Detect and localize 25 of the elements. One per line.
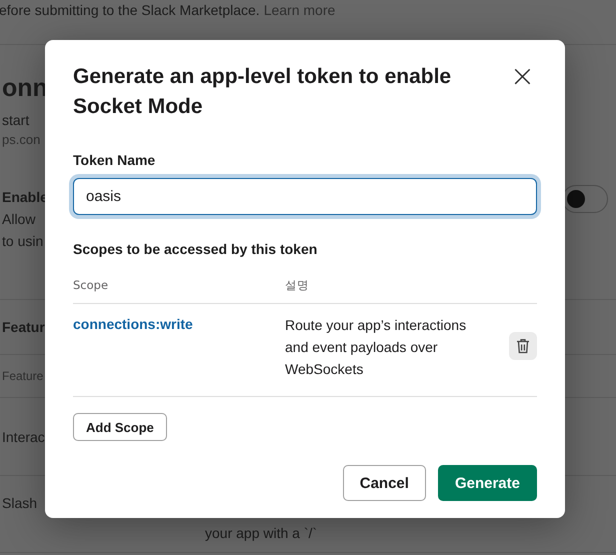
column-header: 설명 (285, 278, 309, 292)
scope-description: Route your app’s interactions and event payloads over WebSockets (285, 316, 468, 379)
trash-icon (516, 338, 530, 354)
page-text: onn (2, 73, 48, 103)
cancel-button[interactable]: Cancel (342, 465, 426, 501)
page-text: Allow (2, 210, 36, 229)
add-scope-button[interactable]: Add Scope (73, 413, 167, 441)
page-text: start (2, 111, 30, 130)
dialog-title: Generate an app-level token to enable Socket Mode (73, 64, 452, 120)
page-text: Feature (2, 368, 44, 385)
page-text: your app with a `/` (205, 524, 318, 542)
generate-button[interactable]: Generate (438, 465, 537, 501)
section-label: Scopes to be accessed by this token (73, 240, 318, 259)
page-text: Slash (2, 494, 38, 513)
delete-button[interactable] (509, 332, 537, 360)
page-text: Featur (2, 318, 45, 337)
page-text: Enable (2, 188, 48, 207)
page-text: to usin (2, 232, 44, 251)
close-button[interactable]: × (504, 64, 541, 90)
page-text: Interac (2, 428, 45, 446)
column-header: Scope (73, 278, 110, 292)
field-label: Token Name (73, 151, 156, 170)
scope-link[interactable]: connections:write (73, 314, 285, 334)
token-name-field[interactable]: oasis (73, 178, 537, 215)
page-text: ps.con (2, 131, 42, 149)
